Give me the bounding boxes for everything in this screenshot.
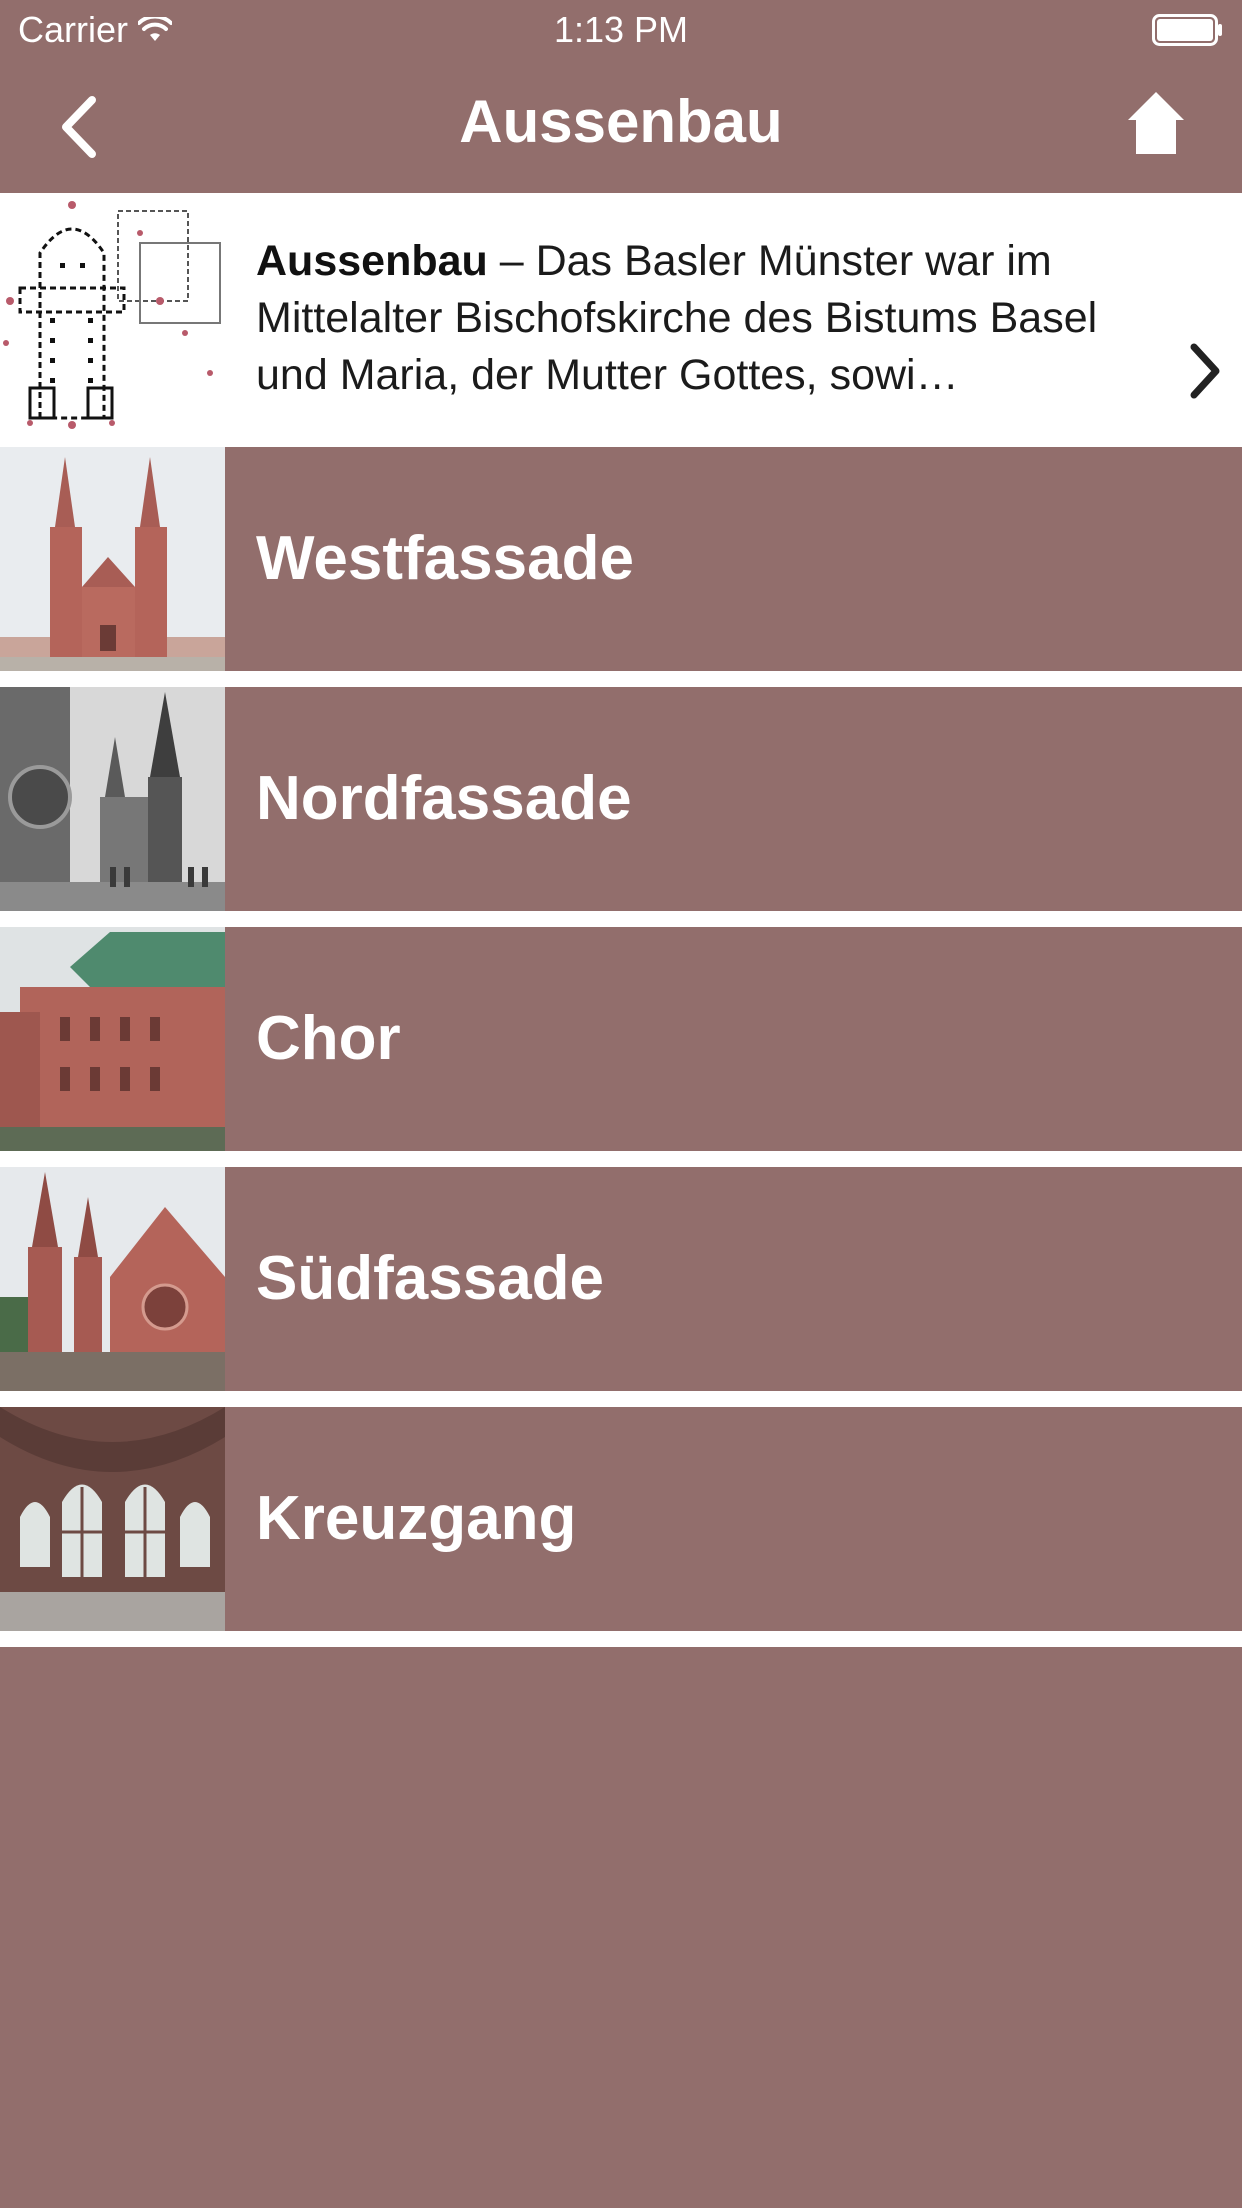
row-divider — [0, 671, 1242, 687]
row-divider — [0, 431, 1242, 447]
row-divider — [0, 1151, 1242, 1167]
floor-plan-thumbnail — [0, 193, 225, 431]
battery-icon — [1152, 14, 1224, 46]
chevron-right-icon — [1190, 343, 1220, 399]
list-item-label: Südfassade — [256, 1244, 605, 1313]
list-bottom-divider — [0, 1631, 1242, 1647]
section-list: Westfassade Nordfassade Chor Südfassade … — [0, 431, 1242, 1647]
list-item-label: Chor — [256, 1004, 401, 1073]
status-bar: Carrier 1:13 PM — [0, 0, 1242, 62]
list-item-kreuzgang[interactable]: Kreuzgang — [0, 1391, 1242, 1631]
row-divider — [0, 911, 1242, 927]
navigation-bar: Aussenbau — [0, 62, 1242, 192]
intro-card[interactable]: Aussenbau – Das Basler Münster war im Mi… — [0, 193, 1242, 431]
westfassade-thumbnail — [0, 447, 225, 671]
list-item-nordfassade[interactable]: Nordfassade — [0, 671, 1242, 911]
intro-heading: Aussenbau — [256, 237, 488, 285]
kreuzgang-thumbnail — [0, 1407, 225, 1631]
list-item-label: Nordfassade — [256, 764, 632, 833]
intro-description: Aussenbau – Das Basler Münster war im Mi… — [256, 233, 1156, 404]
list-item-label: Kreuzgang — [256, 1484, 577, 1553]
nordfassade-thumbnail — [0, 687, 225, 911]
home-button[interactable] — [1126, 90, 1186, 156]
suedfassade-thumbnail — [0, 1167, 225, 1391]
status-time: 1:13 PM — [553, 9, 689, 50]
list-item-westfassade[interactable]: Westfassade — [0, 431, 1242, 671]
home-icon — [1128, 92, 1184, 154]
list-item-chor[interactable]: Chor — [0, 911, 1242, 1151]
list-item-label: Westfassade — [256, 524, 634, 593]
chor-thumbnail — [0, 927, 225, 1151]
page-title: Aussenbau — [459, 88, 783, 155]
row-divider — [0, 1391, 1242, 1407]
list-item-suedfassade[interactable]: Südfassade — [0, 1151, 1242, 1391]
